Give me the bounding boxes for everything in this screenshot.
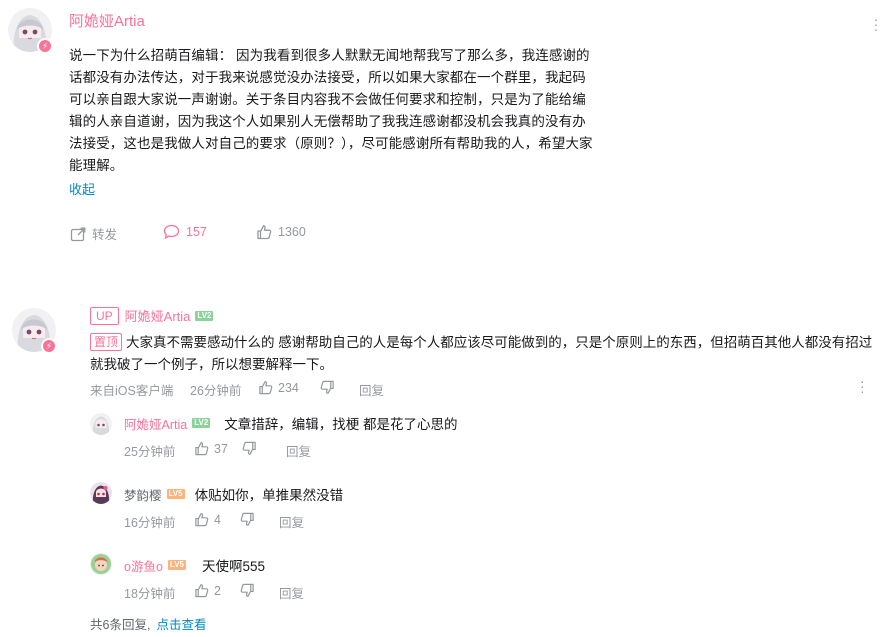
level-badge: LV5 [166,489,185,499]
lightning-badge-icon: ⚡ [37,38,53,54]
sub-reply-meta: 25分钟前 37 回复 [124,441,424,460]
thumbs-down-icon [240,512,254,526]
level-badge: LV2 [192,418,211,428]
reply-like-button[interactable]: 234 [258,380,299,395]
reply-like-count: 234 [278,380,299,395]
sub-reply-username[interactable]: o游鱼o [124,556,163,575]
sub-reply-text: 文章措辞，编辑，找梗 都是花了心思的 [224,417,458,432]
reply-text: 大家真不需要感动什么的 感谢帮助自己的人是每个人都应该尽可能做到的，只是个原则上… [90,335,873,372]
share-icon [70,227,86,241]
sub-reply-dislike-button[interactable] [240,512,260,527]
replies-footer: 共6条回复, 点击查看 [90,614,206,633]
main-comment-username[interactable]: 阿姽娅Artia [69,10,145,31]
thumbs-up-icon [257,225,272,240]
reply-header: UP 阿姽娅Artia LV2 [90,306,214,325]
reply-source: 来自iOS客户端 [90,384,174,398]
comment-icon [163,224,180,240]
sub-reply-avatar[interactable] [90,413,112,435]
sub-reply-dislike-button[interactable] [242,441,262,456]
sub-reply-time: 18分钟前 [124,587,176,601]
sub-reply-dislike-button[interactable] [240,583,260,598]
sub-reply-reply-button[interactable]: 回复 [286,441,311,460]
sub-reply-meta: 16分钟前 4 回复 [124,512,424,531]
reply-dislike-button[interactable] [320,380,340,395]
like-button[interactable]: 1360 [256,224,306,240]
pinned-tag: 置顶 [90,333,123,351]
main-comment-text: 说一下为什么招萌百编辑： 因为我看到很多人默默无闻地帮我写了那么多，我连感谢的话… [69,48,593,173]
sub-reply-row: 阿姽娅Artia LV2 文章措辞，编辑，找梗 都是花了心思的 [124,413,458,433]
more-vertical-icon[interactable]: · · · [860,374,865,398]
like-count: 1360 [278,225,306,239]
more-vertical-icon[interactable]: · · · [871,12,881,36]
reply-time: 26分钟前 [190,384,242,398]
level-badge: LV5 [167,560,186,570]
thumbs-up-icon [195,442,209,456]
sub-reply-like-count: 4 [214,512,221,527]
share-label: 转发 [92,228,118,242]
thumbs-down-icon [242,441,256,455]
sub-reply-username[interactable]: 阿姽娅Artia [124,414,187,433]
sub-reply-like-button[interactable]: 4 [194,512,221,527]
sub-reply-reply-button[interactable]: 回复 [279,583,304,602]
sub-reply-reply-button[interactable]: 回复 [279,512,304,531]
sub-reply-row: 梦韵樱 LV5 体贴如你，单推果然没错 [124,484,343,504]
sub-reply-like-button[interactable]: 2 [194,583,221,598]
sub-reply-time: 25分钟前 [124,445,176,459]
thumbs-up-icon [195,513,209,527]
sub-reply-avatar[interactable] [90,482,112,504]
view-all-replies-link[interactable]: 点击查看 [156,618,206,632]
comment-count: 157 [186,225,207,239]
sub-reply-like-button[interactable]: 37 [194,441,228,456]
thumbs-up-icon [195,584,209,598]
sub-reply-meta: 18分钟前 2 回复 [124,583,424,602]
sub-reply-like-count: 37 [214,441,228,456]
thumbs-down-icon [320,380,334,394]
comment-button[interactable]: 157 [163,224,207,240]
sub-reply-row: o游鱼o LV5 天使啊555 [124,555,265,575]
sub-reply-like-count: 2 [214,583,221,598]
thumbs-up-icon [259,381,273,395]
level-badge: LV2 [195,310,214,321]
lightning-badge-icon: ⚡ [41,338,57,354]
sub-reply-text: 天使啊555 [201,559,266,574]
collapse-link[interactable]: 收起 [69,179,95,198]
sub-reply-username[interactable]: 梦韵樱 [124,485,162,504]
sub-reply-text: 体贴如你，单推果然没错 [194,488,344,503]
reply-reply-button[interactable]: 回复 [359,380,384,399]
reply-username[interactable]: 阿姽娅Artia [125,306,191,325]
thumbs-down-icon [240,583,254,597]
sub-reply-time: 16分钟前 [124,516,176,530]
sub-reply-avatar[interactable] [90,553,112,575]
reply-meta: 来自iOS客户端 26分钟前 234 回复 · · · [90,374,870,399]
up-tag: UP [90,306,119,325]
share-button[interactable]: 转发 [70,224,117,243]
main-action-bar: 转发 157 1360 [70,224,470,242]
reply-count-text: 共6条回复, [90,618,151,632]
